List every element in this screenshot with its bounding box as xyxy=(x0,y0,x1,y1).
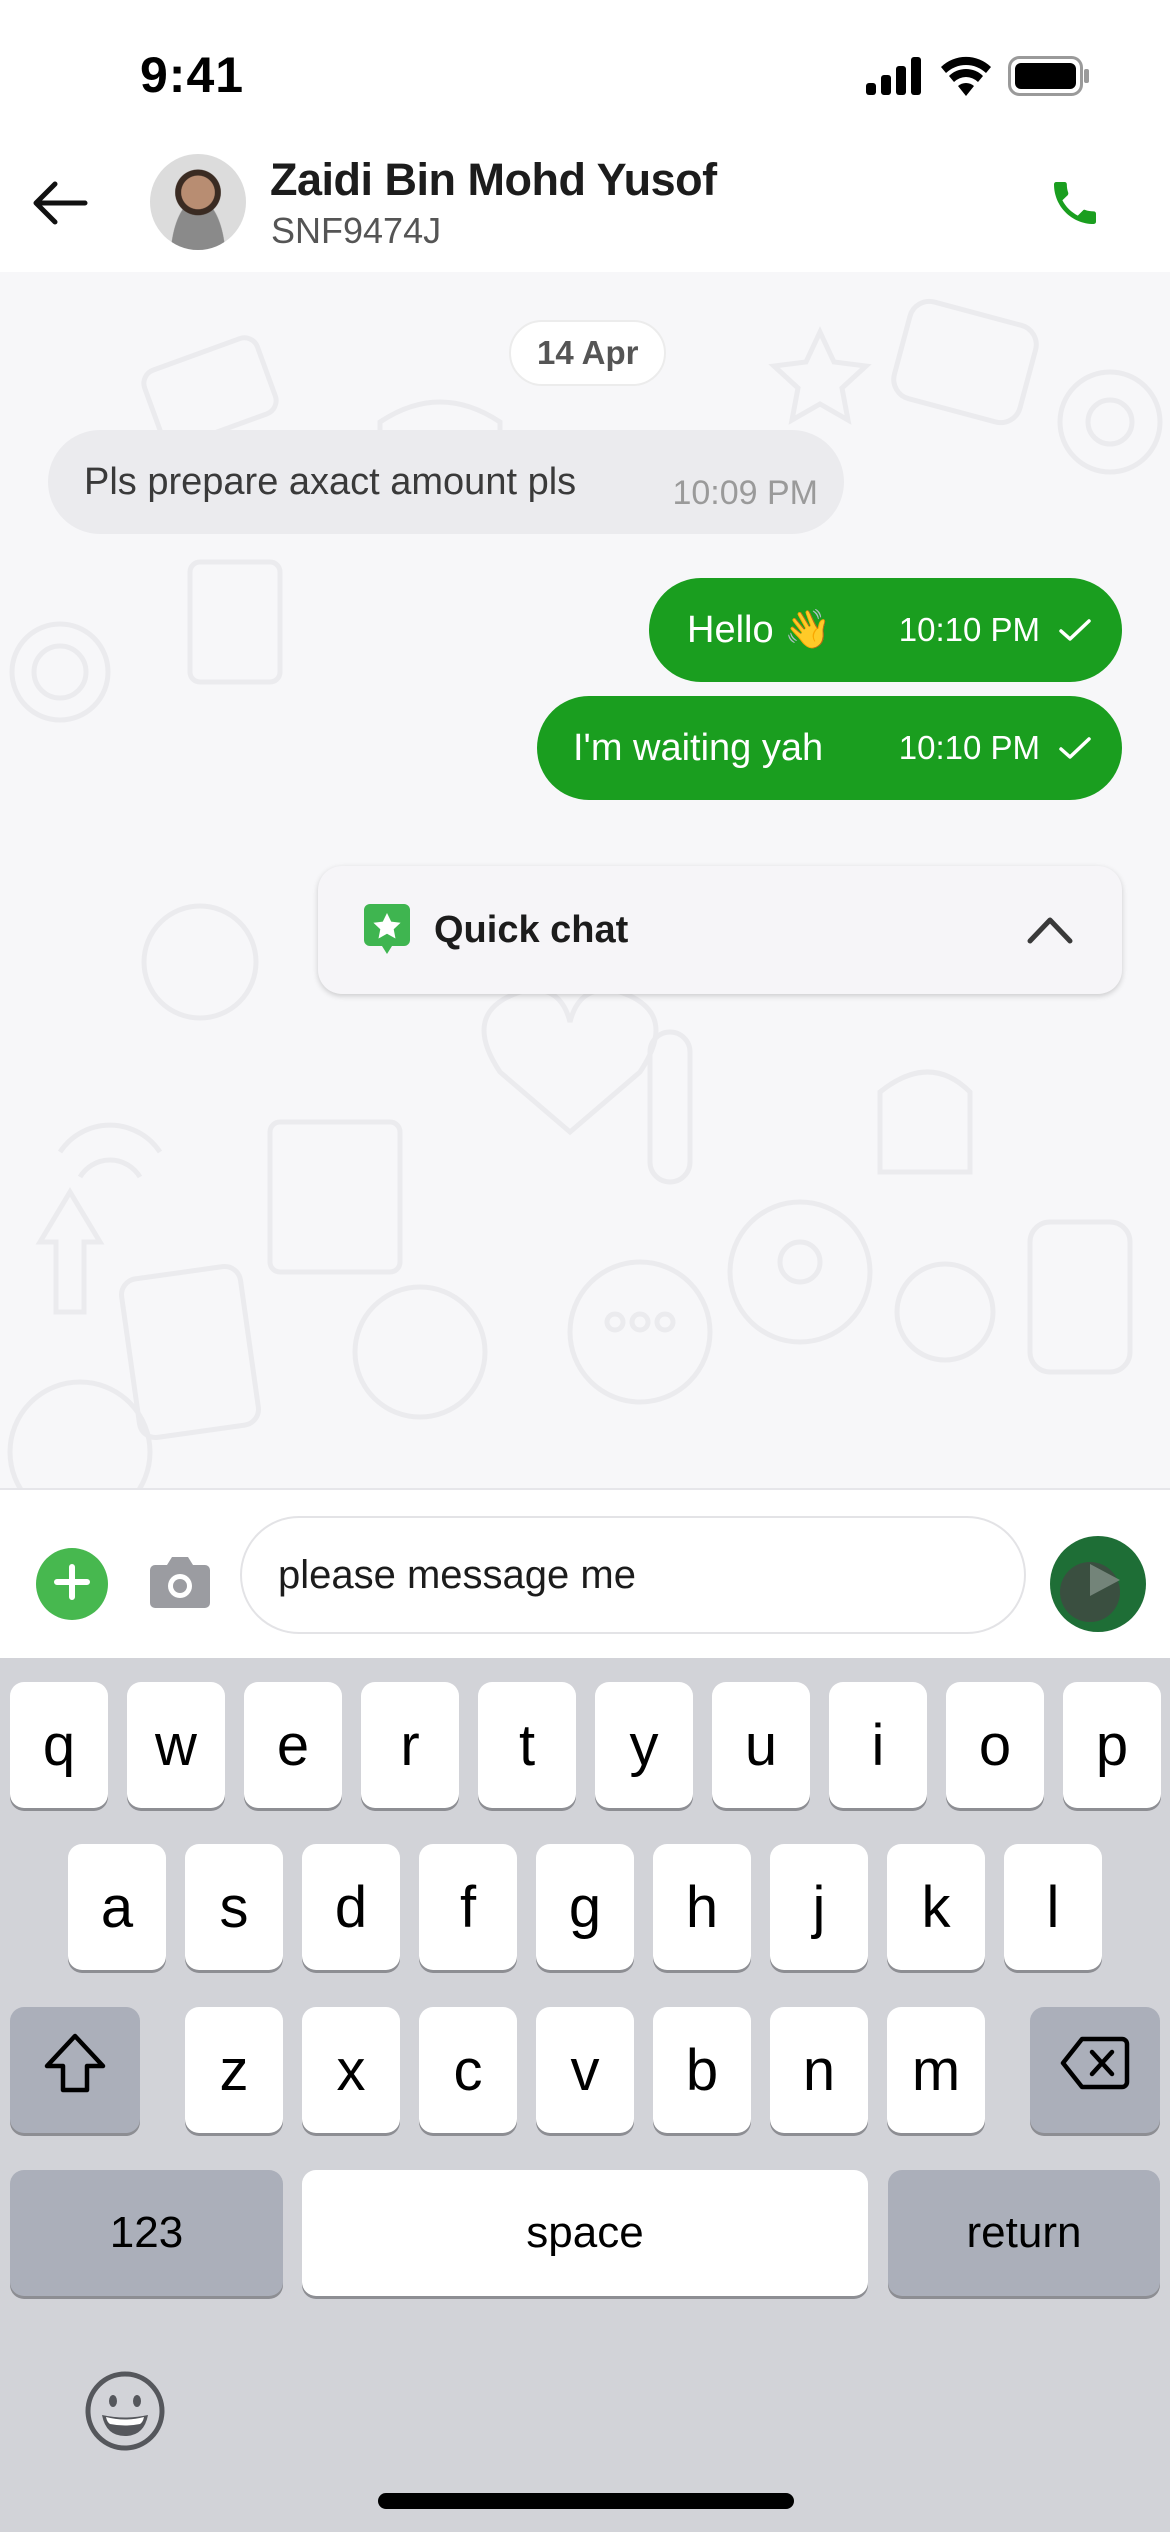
key-r[interactable]: r xyxy=(361,1682,459,1808)
message-text: Pls prepare axact amount pls xyxy=(84,460,577,503)
key-l[interactable]: l xyxy=(1004,1844,1102,1970)
contact-name: Zaidi Bin Mohd Yusof xyxy=(270,154,717,205)
back-button[interactable] xyxy=(22,170,98,240)
status-time: 9:41 xyxy=(140,47,245,103)
quick-chat-label: Quick chat xyxy=(434,908,629,951)
avatar[interactable] xyxy=(150,154,246,250)
key-s[interactable]: s xyxy=(185,1844,283,1970)
shift-key[interactable] xyxy=(10,2007,140,2133)
key-q[interactable]: q xyxy=(10,1682,108,1808)
message-time: 10:10 PM xyxy=(898,729,1040,766)
camera-icon xyxy=(149,1553,211,1614)
message-time: 10:10 PM xyxy=(898,611,1040,648)
contact-subtitle: SNF9474J xyxy=(271,210,442,251)
arrow-left-icon xyxy=(31,180,89,231)
checkmark-icon xyxy=(1058,735,1092,761)
key-b[interactable]: b xyxy=(653,2007,751,2133)
send-button[interactable] xyxy=(1050,1536,1146,1632)
key-m[interactable]: m xyxy=(887,2007,985,2133)
key-e[interactable]: e xyxy=(244,1682,342,1808)
battery-icon xyxy=(1008,55,1090,101)
emoji-button[interactable] xyxy=(82,2370,168,2456)
message-time: 10:09 PM xyxy=(672,474,818,512)
home-indicator xyxy=(378,2493,794,2509)
message-text: I'm waiting yah xyxy=(573,726,824,769)
space-key[interactable]: space xyxy=(302,2170,868,2296)
key-z[interactable]: z xyxy=(185,2007,283,2133)
message-incoming[interactable]: Pls prepare axact amount pls 10:09 PM xyxy=(48,430,844,534)
key-h[interactable]: h xyxy=(653,1844,751,1970)
checkmark-icon xyxy=(1058,617,1092,643)
key-o[interactable]: o xyxy=(946,1682,1044,1808)
phone-icon xyxy=(1047,175,1103,236)
key-n[interactable]: n xyxy=(770,2007,868,2133)
quick-chat-panel[interactable]: Quick chat xyxy=(318,866,1122,994)
key-v[interactable]: v xyxy=(536,2007,634,2133)
key-p[interactable]: p xyxy=(1063,1682,1161,1808)
key-t[interactable]: t xyxy=(478,1682,576,1808)
key-i[interactable]: i xyxy=(829,1682,927,1808)
wifi-icon xyxy=(940,56,992,101)
chat-area[interactable]: 14 Apr Pls prepare axact amount pls 10:0… xyxy=(0,272,1170,1488)
camera-button[interactable] xyxy=(148,1552,212,1614)
add-attachment-button[interactable] xyxy=(36,1548,108,1620)
call-button[interactable] xyxy=(1040,170,1110,240)
delete-key[interactable] xyxy=(1030,2007,1160,2133)
status-icons xyxy=(866,55,1090,101)
key-f[interactable]: f xyxy=(419,1844,517,1970)
date-separator: 14 Apr xyxy=(509,320,667,386)
key-g[interactable]: g xyxy=(536,1844,634,1970)
chevron-up-icon[interactable] xyxy=(1020,900,1080,960)
numbers-key[interactable]: 123 xyxy=(10,2170,283,2296)
key-u[interactable]: u xyxy=(712,1682,810,1808)
key-d[interactable]: d xyxy=(302,1844,400,1970)
key-y[interactable]: y xyxy=(595,1682,693,1808)
key-k[interactable]: k xyxy=(887,1844,985,1970)
emoji-icon xyxy=(84,2370,166,2457)
key-x[interactable]: x xyxy=(302,2007,400,2133)
plus-icon xyxy=(52,1562,92,1607)
keyboard: qwertyuiop asdfghjkl zxcvbnm 123 space r… xyxy=(0,1658,1170,2532)
message-outgoing[interactable]: Hello 👋 10:10 PM xyxy=(649,578,1122,682)
shift-icon xyxy=(43,2032,107,2108)
message-input[interactable] xyxy=(240,1516,1026,1634)
chat-header: Zaidi Bin Mohd Yusof SNF9474J xyxy=(0,140,1170,272)
message-outgoing[interactable]: I'm waiting yah 10:10 PM xyxy=(537,696,1122,800)
send-icon xyxy=(1050,1536,1146,1632)
key-j[interactable]: j xyxy=(770,1844,868,1970)
key-c[interactable]: c xyxy=(419,2007,517,2133)
key-a[interactable]: a xyxy=(68,1844,166,1970)
message-composer xyxy=(0,1488,1170,1658)
key-w[interactable]: w xyxy=(127,1682,225,1808)
star-chat-bubble-icon xyxy=(364,904,410,956)
delete-backward-icon xyxy=(1060,2035,1130,2105)
return-key[interactable]: return xyxy=(888,2170,1160,2296)
cellular-signal-icon xyxy=(866,56,924,100)
status-bar: 9:41 xyxy=(0,0,1170,140)
message-text: Hello 👋 xyxy=(687,609,832,651)
